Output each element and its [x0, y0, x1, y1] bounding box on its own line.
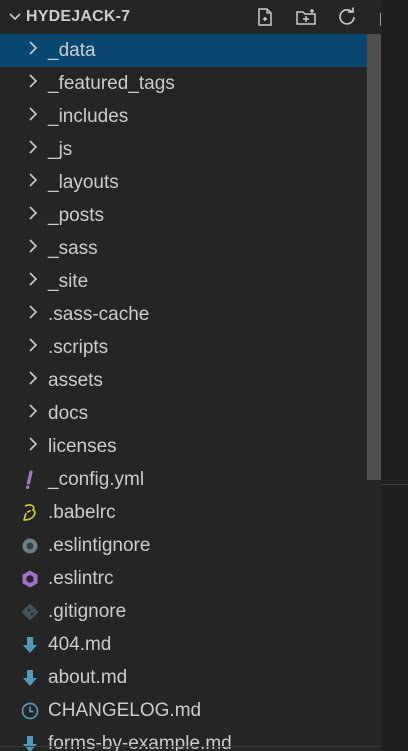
folder-label: _featured_tags	[48, 72, 175, 94]
row-icon-slot	[0, 562, 48, 595]
editor-edge	[381, 0, 408, 751]
changelog-clock-icon	[20, 701, 40, 721]
file-tree: _data _featured_tags _includes _js _layouts _…	[0, 34, 408, 751]
file-item[interactable]: forms-by-example.md	[0, 727, 408, 751]
chevron-right-icon[interactable]	[26, 304, 40, 325]
row-icon-slot	[0, 397, 48, 430]
row-icon-slot	[0, 595, 48, 628]
file-label: 404.md	[48, 633, 112, 655]
babel-icon	[20, 503, 40, 523]
file-item[interactable]: CHANGELOG.md	[0, 694, 408, 727]
folder-item[interactable]: _layouts	[0, 166, 408, 199]
eslint-ignore-icon	[20, 536, 40, 556]
file-item[interactable]: 404.md	[0, 628, 408, 661]
explorer-header[interactable]: HYDEJACK-7	[0, 0, 408, 34]
folder-label: _sass	[48, 237, 98, 259]
chevron-right-icon[interactable]	[26, 436, 40, 457]
row-icon-slot	[0, 67, 48, 100]
scrollbar-thumb[interactable]	[367, 34, 381, 480]
chevron-right-icon[interactable]	[26, 139, 40, 160]
row-icon-slot	[0, 133, 48, 166]
folder-item[interactable]: docs	[0, 397, 408, 430]
row-icon-slot	[0, 331, 48, 364]
markdown-icon	[20, 635, 40, 655]
git-icon	[20, 602, 40, 622]
file-label: about.md	[48, 666, 128, 688]
file-item[interactable]: .eslintignore	[0, 529, 408, 562]
row-icon-slot	[0, 727, 48, 751]
chevron-right-icon[interactable]	[26, 106, 40, 127]
eslint-icon	[20, 569, 40, 589]
folder-label: _js	[48, 138, 73, 160]
panel-divider	[381, 484, 408, 485]
folder-item[interactable]: licenses	[0, 430, 408, 463]
folder-label: _layouts	[48, 171, 119, 193]
folder-label: docs	[48, 402, 89, 424]
folder-item[interactable]: _site	[0, 265, 408, 298]
markdown-icon	[20, 734, 40, 751]
folder-label: assets	[48, 369, 103, 391]
file-label: .gitignore	[48, 600, 127, 622]
folder-item[interactable]: .sass-cache	[0, 298, 408, 331]
file-label: .eslintignore	[48, 534, 151, 556]
chevron-right-icon[interactable]	[26, 403, 40, 424]
row-icon-slot	[0, 34, 48, 67]
file-item[interactable]: .gitignore	[0, 595, 408, 628]
row-icon-slot	[0, 694, 48, 727]
folder-item[interactable]: .scripts	[0, 331, 408, 364]
chevron-right-icon[interactable]	[26, 337, 40, 358]
file-label: forms-by-example.md	[48, 732, 232, 751]
refresh-icon[interactable]	[326, 0, 367, 34]
chevron-right-icon[interactable]	[26, 172, 40, 193]
chevron-right-icon[interactable]	[26, 73, 40, 94]
folder-item[interactable]: _js	[0, 133, 408, 166]
folder-label: _data	[48, 39, 96, 61]
explorer-title: HYDEJACK-7	[26, 8, 131, 25]
row-icon-slot	[0, 628, 48, 661]
row-icon-slot	[0, 199, 48, 232]
folder-item[interactable]: assets	[0, 364, 408, 397]
row-icon-slot	[0, 529, 48, 562]
chevron-right-icon[interactable]	[26, 271, 40, 292]
folder-item[interactable]: _posts	[0, 199, 408, 232]
folder-label: _site	[48, 270, 89, 292]
folder-label: _posts	[48, 204, 104, 226]
row-icon-slot	[0, 100, 48, 133]
folder-item[interactable]: _featured_tags	[0, 67, 408, 100]
row-icon-slot	[0, 463, 48, 496]
folder-item[interactable]: _sass	[0, 232, 408, 265]
folder-label: licenses	[48, 435, 117, 457]
chevron-right-icon[interactable]	[26, 370, 40, 391]
folder-label: .scripts	[48, 336, 109, 358]
yaml-exclamation-icon	[20, 469, 40, 490]
row-icon-slot	[0, 661, 48, 694]
chevron-right-icon[interactable]	[26, 40, 40, 61]
file-item[interactable]: about.md	[0, 661, 408, 694]
file-label: .babelrc	[48, 501, 116, 523]
file-item[interactable]: _config.yml	[0, 463, 408, 496]
new-folder-icon[interactable]	[285, 0, 326, 34]
row-icon-slot	[0, 265, 48, 298]
new-file-icon[interactable]	[244, 0, 285, 34]
bottom-divider	[0, 746, 381, 747]
file-item[interactable]: .eslintrc	[0, 562, 408, 595]
chevron-down-icon[interactable]	[4, 10, 26, 24]
row-icon-slot	[0, 232, 48, 265]
row-icon-slot	[0, 166, 48, 199]
folder-item[interactable]: _data	[0, 34, 381, 67]
row-icon-slot	[0, 430, 48, 463]
row-icon-slot	[0, 298, 48, 331]
file-item[interactable]: .babelrc	[0, 496, 408, 529]
chevron-right-icon[interactable]	[26, 238, 40, 259]
chevron-right-icon[interactable]	[26, 205, 40, 226]
folder-label: _includes	[48, 105, 129, 127]
folder-label: .sass-cache	[48, 303, 150, 325]
file-label: CHANGELOG.md	[48, 699, 202, 721]
file-label: .eslintrc	[48, 567, 114, 589]
folder-item[interactable]: _includes	[0, 100, 408, 133]
markdown-icon	[20, 668, 40, 688]
row-icon-slot	[0, 496, 48, 529]
row-icon-slot	[0, 364, 48, 397]
file-label: _config.yml	[48, 468, 145, 490]
